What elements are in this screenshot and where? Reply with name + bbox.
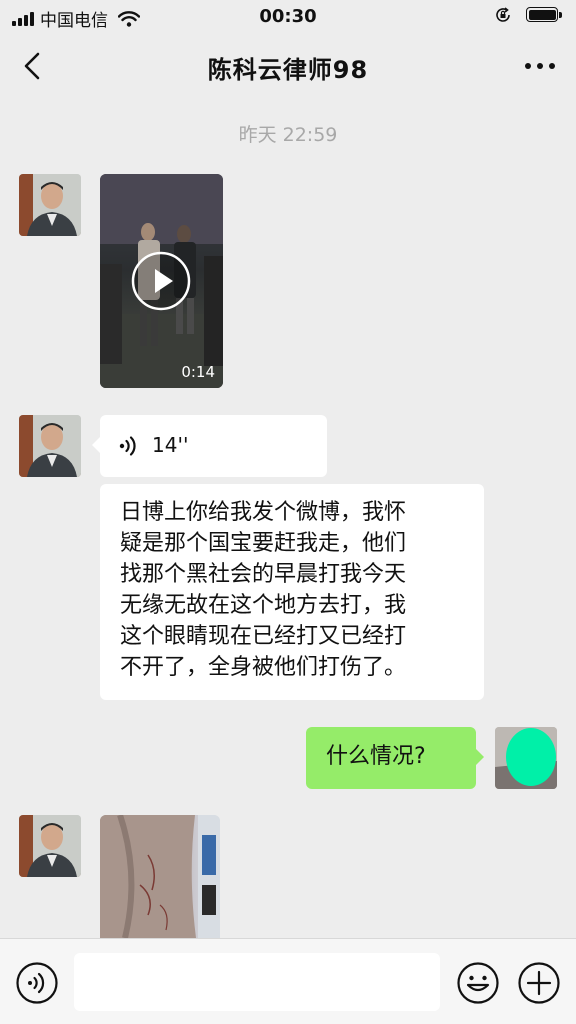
message-line: 无缘无故在这个地方去打，我 xyxy=(120,593,407,618)
my-avatar[interactable] xyxy=(495,727,557,789)
message-input[interactable] xyxy=(74,953,440,1011)
video-duration: 0:14 xyxy=(181,363,215,381)
nav-bar: 陈科云律师98 xyxy=(0,34,576,98)
my-message[interactable]: 什么情况? xyxy=(306,727,484,789)
my-message-text: 什么情况? xyxy=(326,744,426,769)
emoji-icon[interactable] xyxy=(456,961,500,1005)
input-bar xyxy=(0,938,576,1024)
chat-title: 陈科云律师98 xyxy=(207,56,369,84)
battery-icon xyxy=(526,6,564,24)
text-message[interactable]: 日博上你给我发个微博，我怀 疑是那个国宝要赶我走，他们 找那个黑社会的早晨打我今… xyxy=(100,484,484,700)
message-line: 疑是那个国宝要赶我走，他们 xyxy=(120,531,407,556)
person-avatar-icon xyxy=(19,815,81,877)
contact-avatar[interactable] xyxy=(19,815,81,877)
play-icon[interactable] xyxy=(130,250,192,312)
status-right xyxy=(494,6,564,24)
status-time: 00:30 xyxy=(259,6,317,27)
contact-avatar[interactable] xyxy=(19,174,81,236)
my-avatar-image xyxy=(495,727,557,789)
rotation-lock-icon xyxy=(496,7,510,22)
more-icon[interactable] xyxy=(522,54,558,78)
plus-icon[interactable] xyxy=(517,961,561,1005)
image-message[interactable] xyxy=(100,815,220,938)
message-line: 找那个黑社会的早晨打我今天 xyxy=(120,562,407,587)
voice-toggle-icon[interactable] xyxy=(15,961,59,1005)
person-avatar-icon xyxy=(19,415,81,477)
contact-avatar[interactable] xyxy=(19,415,81,477)
video-message[interactable]: 0:14 xyxy=(100,174,223,388)
voice-wave-icon xyxy=(119,436,136,456)
status-bar: 中国电信 00:30 xyxy=(0,0,576,34)
photo-content xyxy=(100,815,220,938)
voice-message[interactable]: 14'' xyxy=(92,415,327,477)
voice-duration: 14'' xyxy=(152,433,189,457)
message-line: 日博上你给我发个微博，我怀 xyxy=(120,500,407,525)
message-line: 这个眼睛现在已经打又已经打 xyxy=(120,624,407,649)
message-line: 不开了，全身被他们打伤了。 xyxy=(120,655,407,680)
message-timestamp: 昨天 22:59 xyxy=(238,124,338,146)
person-avatar-icon xyxy=(19,174,81,236)
